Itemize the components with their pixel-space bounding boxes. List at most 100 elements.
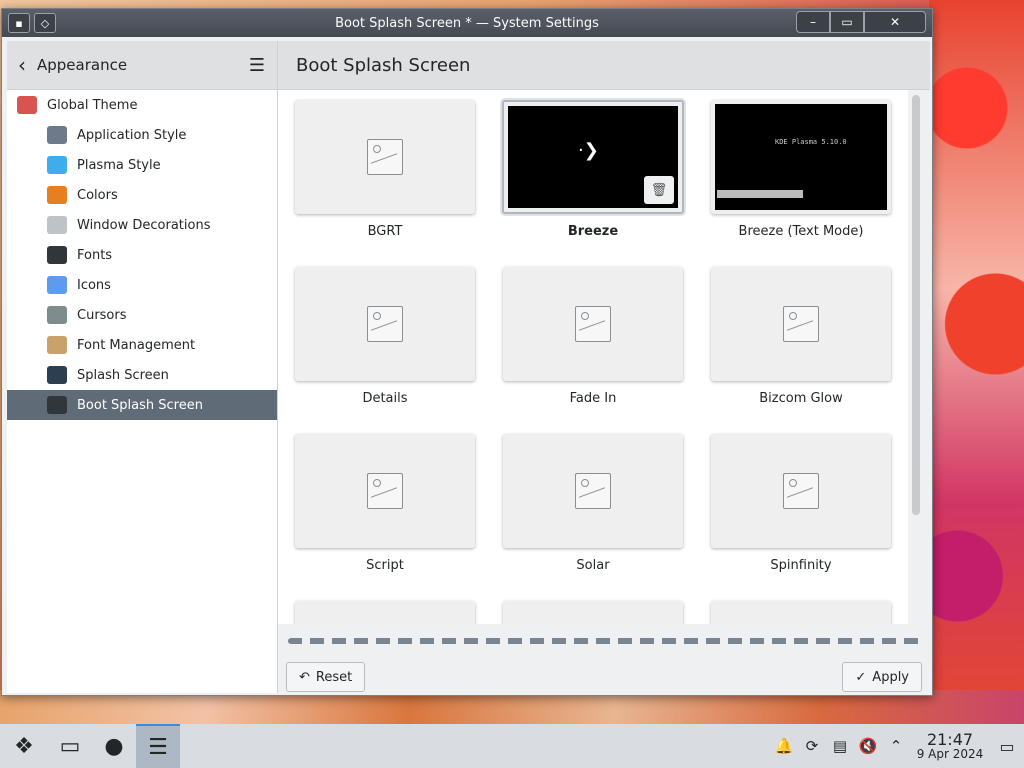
- notifications-icon[interactable]: 🔔: [770, 737, 798, 755]
- sidebar-item-plasma-style[interactable]: Plasma Style: [7, 150, 277, 180]
- sidebar-item-label: Icons: [77, 277, 111, 293]
- theme-tile[interactable]: Fade In: [502, 267, 684, 434]
- sidebar-item-splash-screen[interactable]: Splash Screen: [7, 360, 277, 390]
- theme-preview[interactable]: [711, 267, 891, 381]
- theme-name: BGRT: [367, 224, 403, 239]
- updates-icon[interactable]: ⟳: [798, 737, 826, 755]
- reset-button[interactable]: ↶ Reset: [286, 662, 366, 692]
- theme-preview[interactable]: [503, 601, 683, 624]
- theme-tile[interactable]: BGRT: [294, 100, 476, 267]
- theme-tile[interactable]: [502, 601, 684, 624]
- boot-splash-screen-icon: [47, 396, 67, 414]
- sidebar-item-label: Plasma Style: [77, 157, 161, 173]
- theme-name: Solar: [576, 558, 610, 573]
- theme-tile[interactable]: ·❯ 🗑 Breeze: [502, 100, 684, 267]
- clipboard-icon[interactable]: ▤: [826, 737, 854, 755]
- sidebar-item-cursors[interactable]: Cursors: [7, 300, 277, 330]
- sidebar-item-label: Colors: [77, 187, 118, 203]
- sidebar-item-boot-splash-screen[interactable]: Boot Splash Screen: [7, 390, 277, 420]
- sidebar-item-colors[interactable]: Colors: [7, 180, 277, 210]
- theme-tile[interactable]: Spinfinity: [710, 434, 892, 601]
- application-style-icon: [47, 126, 67, 144]
- taskbar: ❖ ▭ ● ☰ 🔔 ⟳ ▤ 🔇 ⌃ 21:47 9 Apr 2024 ▭: [0, 724, 1024, 768]
- sidebar-item-label: Global Theme: [47, 97, 138, 113]
- theme-grid-area: BGRT ·❯ 🗑 Breeze KDE Plasma 5.10.0 Breeze (Te…: [278, 90, 908, 624]
- icons-icon: [47, 276, 67, 294]
- sidebar-item-label: Application Style: [77, 127, 187, 143]
- sidebar-item-label: Fonts: [77, 247, 113, 263]
- title-bar: ▪ ◇ Boot Splash Screen * — System Settin…: [2, 9, 932, 37]
- expand-tray-icon[interactable]: ⌃: [882, 737, 910, 755]
- sidebar-item-window-decorations[interactable]: Window Decorations: [7, 210, 277, 240]
- system-settings-task-icon[interactable]: ☰: [136, 724, 180, 768]
- theme-tile[interactable]: KDE Plasma 5.10.0 Breeze (Text Mode): [710, 100, 892, 267]
- sidebar: ‹ Appearance ☰ Global Theme Application S…: [7, 41, 278, 693]
- volume-muted-icon[interactable]: 🔇: [854, 737, 882, 755]
- plasma-style-icon: [47, 156, 67, 174]
- sidebar-item-icons[interactable]: Icons: [7, 270, 277, 300]
- theme-name: Bizcom Glow: [759, 391, 843, 406]
- hamburger-menu-icon[interactable]: ☰: [237, 55, 277, 76]
- theme-grid: BGRT ·❯ 🗑 Breeze KDE Plasma 5.10.0 Breeze (Te…: [294, 100, 892, 624]
- splash-screen-icon: [47, 366, 67, 384]
- apply-button[interactable]: ✓ Apply: [842, 662, 922, 692]
- cursors-icon: [47, 306, 67, 324]
- window-title: Boot Splash Screen * — System Settings: [335, 15, 599, 31]
- theme-preview[interactable]: [711, 601, 891, 624]
- theme-name: Details: [362, 391, 408, 406]
- apply-label: Apply: [872, 669, 909, 685]
- start-menu-icon[interactable]: ❖: [0, 724, 48, 768]
- image-placeholder-icon: [783, 473, 819, 509]
- firefox-icon[interactable]: ●: [92, 724, 136, 768]
- window-close-icon[interactable]: ✕: [864, 11, 926, 33]
- theme-preview[interactable]: KDE Plasma 5.10.0: [711, 100, 891, 214]
- window-minimize-icon[interactable]: –: [796, 11, 830, 33]
- system-settings-window: ▪ ◇ Boot Splash Screen * — System Settin…: [1, 8, 933, 696]
- sidebar-item-fonts[interactable]: Fonts: [7, 240, 277, 270]
- sidebar-list: Global Theme Application Style Plasma Styl…: [7, 90, 277, 420]
- theme-preview[interactable]: ·❯ 🗑: [502, 100, 684, 214]
- progress-bar: [717, 190, 803, 198]
- theme-preview[interactable]: [503, 434, 683, 548]
- sidebar-item-font-management[interactable]: Font Management: [7, 330, 277, 360]
- show-desktop-icon[interactable]: ▭: [990, 737, 1024, 756]
- theme-preview[interactable]: [711, 434, 891, 548]
- sidebar-item-label: Font Management: [77, 337, 196, 353]
- breeze-logo-icon: ·❯: [578, 140, 599, 161]
- image-placeholder-icon: [575, 473, 611, 509]
- vertical-scrollbar[interactable]: [912, 95, 920, 515]
- sidebar-section-title: Appearance: [37, 56, 128, 74]
- theme-tile[interactable]: Script: [294, 434, 476, 601]
- image-placeholder-icon: [575, 306, 611, 342]
- image-placeholder-icon: [367, 473, 403, 509]
- theme-preview[interactable]: [295, 100, 475, 214]
- theme-preview[interactable]: [503, 267, 683, 381]
- theme-tile[interactable]: Solar: [502, 434, 684, 601]
- delete-icon[interactable]: 🗑: [644, 176, 674, 204]
- theme-preview[interactable]: [295, 267, 475, 381]
- fonts-icon: [47, 246, 67, 264]
- theme-preview[interactable]: [295, 601, 475, 624]
- clock[interactable]: 21:47 9 Apr 2024: [910, 731, 990, 762]
- image-placeholder-icon: [783, 306, 819, 342]
- horizontal-separator: [288, 638, 920, 644]
- theme-tile[interactable]: Details: [294, 267, 476, 434]
- check-icon: ✓: [855, 669, 867, 685]
- sidebar-item-application-style[interactable]: Application Style: [7, 120, 277, 150]
- image-placeholder-icon: [367, 306, 403, 342]
- theme-name: Breeze (Text Mode): [738, 224, 864, 239]
- colors-icon: [47, 186, 67, 204]
- file-manager-icon[interactable]: ▭: [48, 724, 92, 768]
- sidebar-item-global-theme[interactable]: Global Theme: [7, 90, 277, 120]
- theme-name: Spinfinity: [770, 558, 832, 573]
- reset-label: Reset: [315, 669, 353, 685]
- main-panel: Boot Splash Screen BGRT ·❯ 🗑 Breeze KDE Plas…: [278, 41, 930, 693]
- theme-tile[interactable]: Bizcom Glow: [710, 267, 892, 434]
- theme-preview[interactable]: [295, 434, 475, 548]
- text-mode-preview-label: KDE Plasma 5.10.0: [775, 138, 847, 146]
- theme-tile[interactable]: [294, 601, 476, 624]
- sidebar-item-label: Splash Screen: [77, 367, 169, 383]
- back-icon[interactable]: ‹: [7, 53, 37, 77]
- theme-tile[interactable]: [710, 601, 892, 624]
- window-maximize-icon[interactable]: ▭: [830, 11, 864, 33]
